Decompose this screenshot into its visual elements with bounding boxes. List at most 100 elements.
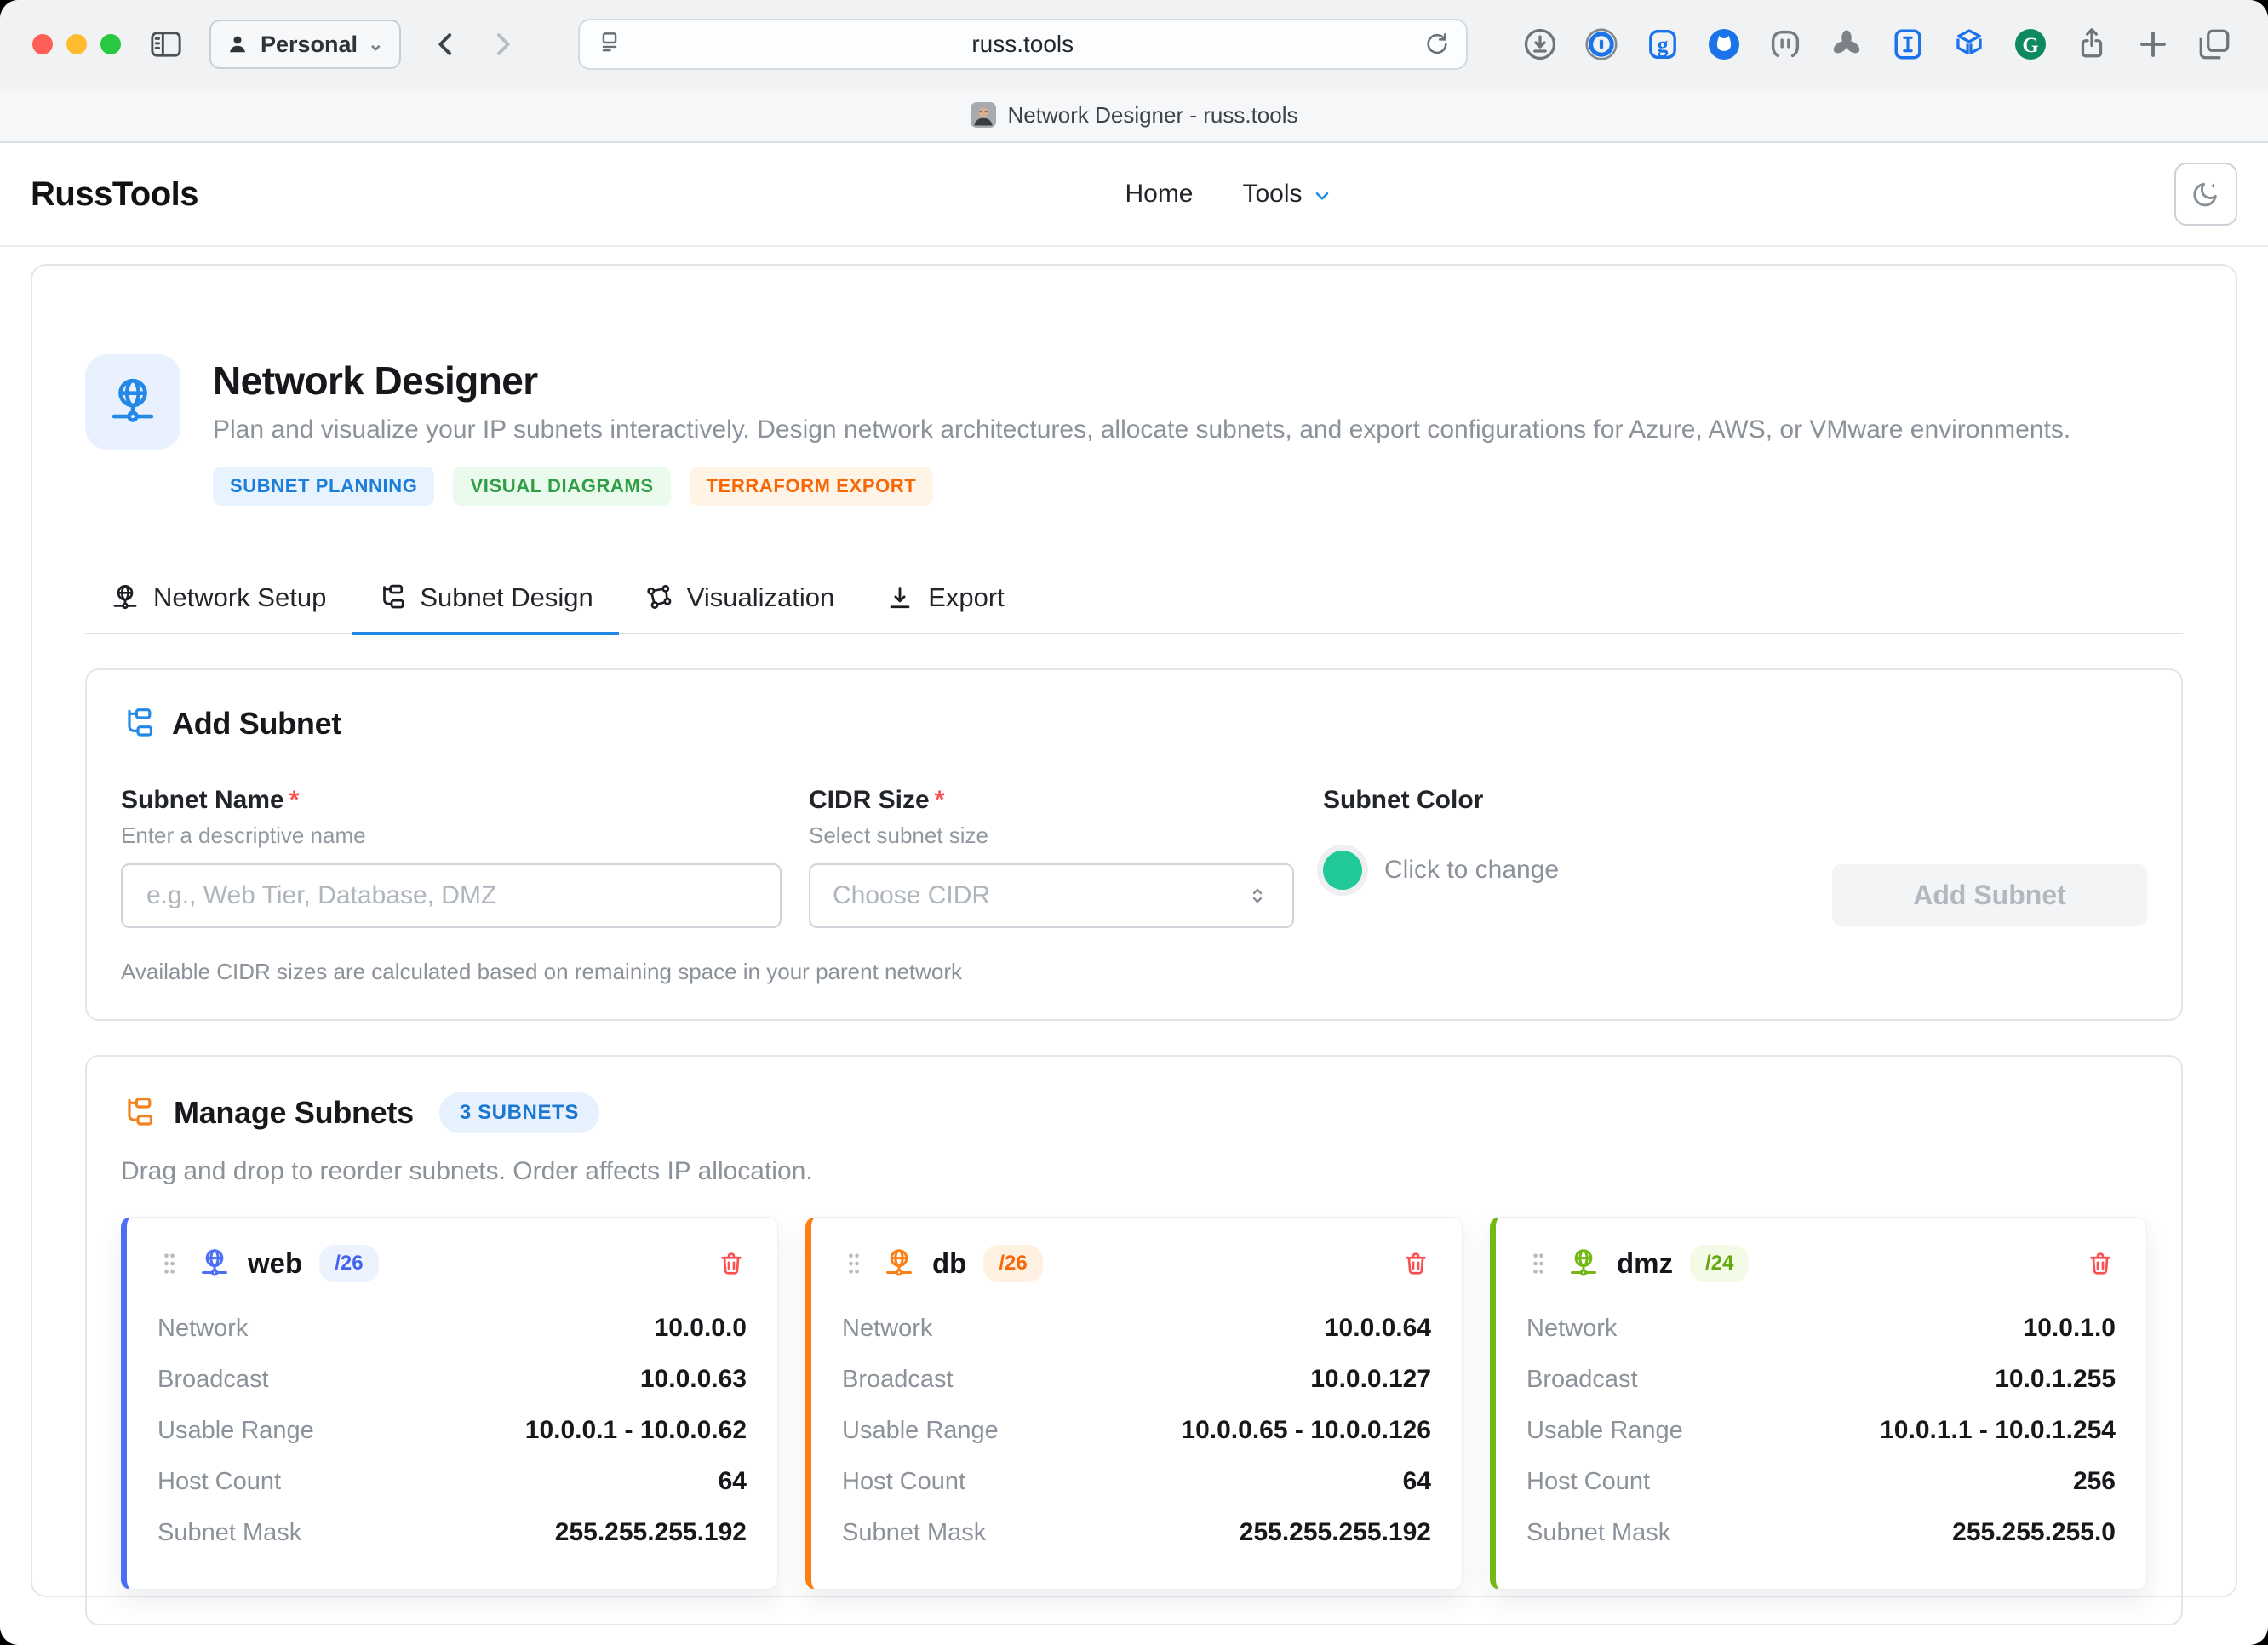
chevron-down-icon: ⌄: [368, 33, 383, 55]
leaf-extension-icon[interactable]: [1825, 23, 1868, 66]
drag-handle-icon[interactable]: [1526, 1248, 1550, 1279]
list-tree-icon: [377, 583, 406, 612]
chevron-down-icon: [1311, 185, 1333, 207]
nav-item-home[interactable]: Home: [1125, 180, 1193, 209]
tab-visualization[interactable]: Visualization: [619, 569, 860, 635]
subnet-name-field-group: Subnet Name* Enter a descriptive name: [121, 786, 782, 928]
reload-icon[interactable]: [1422, 28, 1451, 61]
subnet-detail-rows: Network 10.0.1.0 Broadcast 10.0.1.255 Us…: [1526, 1303, 2116, 1558]
detail-value: 255.255.255.192: [555, 1518, 747, 1547]
history-nav: [425, 23, 524, 66]
subnet-name: dmz: [1617, 1247, 1673, 1280]
detail-value: 10.0.1.0: [2024, 1314, 2116, 1343]
delete-subnet-button[interactable]: [1400, 1248, 1431, 1279]
tab-label: Export: [928, 582, 1005, 613]
new-tab-icon[interactable]: [2132, 23, 2174, 66]
detail-value: 10.0.0.1 - 10.0.0.62: [525, 1416, 747, 1445]
badge-terraform-export: TERRAFORM EXPORT: [690, 467, 934, 506]
detail-value: 256: [2073, 1467, 2116, 1496]
brand-logo[interactable]: RussTools: [31, 175, 198, 214]
detail-value: 255.255.255.192: [1240, 1518, 1431, 1547]
password-manager-extension-icon[interactable]: [1580, 23, 1623, 66]
cidr-size-field-group: CIDR Size* Select subnet size Choose CID…: [809, 786, 1294, 928]
detail-value: 10.0.0.65 - 10.0.0.126: [1181, 1416, 1431, 1445]
subnet-color-label: Subnet Color: [1323, 786, 1559, 815]
forward-button[interactable]: [481, 23, 524, 66]
add-subnet-button[interactable]: Add Subnet: [1832, 864, 2147, 926]
share-icon[interactable]: [2070, 23, 2113, 66]
detail-label: Subnet Mask: [158, 1519, 301, 1547]
tab-network-setup[interactable]: Network Setup: [85, 569, 352, 635]
nav-item-tools-label: Tools: [1243, 180, 1303, 209]
drag-handle-icon[interactable]: [842, 1248, 866, 1279]
downloads-icon[interactable]: [1519, 23, 1561, 66]
subnet-globe-icon: [1567, 1247, 1600, 1280]
detail-label: Usable Range: [1526, 1417, 1683, 1445]
badge-visual-diagrams: VISUAL DIAGRAMS: [453, 467, 670, 506]
close-window-button[interactable]: [32, 34, 53, 54]
browser-window: Personal ⌄ russ.tools: [0, 0, 2268, 1645]
minimize-window-button[interactable]: [66, 34, 87, 54]
graph-nodes-icon: [644, 583, 673, 612]
main-nav: Home Tools: [1125, 180, 1332, 209]
detail-value: 64: [719, 1467, 747, 1496]
mastodon-extension-icon[interactable]: [1764, 23, 1807, 66]
profile-switcher[interactable]: Personal ⌄: [209, 20, 401, 69]
delete-subnet-button[interactable]: [2085, 1248, 2116, 1279]
cube-extension-icon[interactable]: [1948, 23, 1990, 66]
subnet-detail-rows: Network 10.0.0.64 Broadcast 10.0.0.127 U…: [842, 1303, 1431, 1558]
color-swatch[interactable]: [1323, 851, 1362, 890]
subnet-detail-row: Usable Range 10.0.0.1 - 10.0.0.62: [158, 1405, 747, 1456]
subnet-card-header: dmz /24: [1526, 1245, 2116, 1282]
svg-text:g: g: [1658, 32, 1669, 57]
subnet-detail-row: Broadcast 10.0.1.255: [1526, 1354, 2116, 1405]
site-favicon: [971, 102, 996, 128]
manage-subnets-description: Drag and drop to reorder subnets. Order …: [121, 1157, 2147, 1186]
instapaper-extension-icon[interactable]: [1887, 23, 1929, 66]
cidr-size-label: CIDR Size*: [809, 786, 1294, 815]
add-subnet-button-col: Add Subnet: [1832, 786, 2147, 926]
page-content: Network Designer Plan and visualize your…: [0, 247, 2268, 1645]
subnet-detail-rows: Network 10.0.0.0 Broadcast 10.0.0.63 Usa…: [158, 1303, 747, 1558]
subnet-name-input[interactable]: [145, 880, 758, 911]
back-button[interactable]: [425, 23, 467, 66]
subnet-detail-row: Broadcast 10.0.0.63: [158, 1354, 747, 1405]
badge-subnet-planning: SUBNET PLANNING: [213, 467, 434, 506]
manage-subnets-panel: Manage Subnets 3 SUBNETS Drag and drop t…: [85, 1055, 2183, 1625]
delete-subnet-button[interactable]: [716, 1248, 747, 1279]
site-header: RussTools Home Tools: [0, 143, 2268, 247]
hero-text: Network Designer Plan and visualize your…: [213, 354, 2070, 506]
subnet-detail-row: Subnet Mask 255.255.255.192: [842, 1507, 1431, 1558]
tool-container: Network Designer Plan and visualize your…: [31, 264, 2237, 1597]
cidr-select[interactable]: Choose CIDR: [809, 863, 1294, 928]
g-extension-icon[interactable]: g: [1641, 23, 1684, 66]
grammarly-extension-icon[interactable]: G: [2009, 23, 2052, 66]
zoom-window-button[interactable]: [100, 34, 121, 54]
cat-extension-icon[interactable]: [1703, 23, 1745, 66]
subnet-detail-row: Broadcast 10.0.0.127: [842, 1354, 1431, 1405]
active-tab-title[interactable]: Network Designer - russ.tools: [1008, 102, 1298, 129]
required-asterisk: *: [289, 786, 300, 814]
toolbar-right-icons: g: [1519, 23, 2236, 66]
tab-subnet-design[interactable]: Subnet Design: [352, 569, 618, 635]
dark-mode-toggle[interactable]: [2174, 163, 2237, 226]
profile-label: Personal: [261, 32, 358, 58]
address-bar[interactable]: russ.tools: [578, 19, 1469, 70]
reader-view-icon[interactable]: [595, 28, 624, 61]
detail-label: Broadcast: [842, 1366, 954, 1394]
nav-item-tools[interactable]: Tools: [1243, 180, 1333, 209]
add-subnet-form: Subnet Name* Enter a descriptive name CI…: [121, 786, 2147, 928]
detail-label: Network: [158, 1315, 248, 1343]
detail-value: 10.0.1.1 - 10.0.1.254: [1880, 1416, 2116, 1445]
tab-export[interactable]: Export: [860, 569, 1030, 635]
list-tree-icon: [121, 1096, 155, 1130]
subnet-name: web: [248, 1247, 302, 1280]
sidebar-toggle-icon[interactable]: [145, 23, 187, 66]
tab-overview-icon[interactable]: [2193, 23, 2236, 66]
subnet-detail-row: Host Count 256: [1526, 1456, 2116, 1507]
network-globe-icon: [85, 354, 180, 450]
subnet-name-description: Enter a descriptive name: [121, 822, 782, 849]
detail-value: 10.0.0.64: [1325, 1314, 1431, 1343]
subnet-detail-row: Network 10.0.0.64: [842, 1303, 1431, 1354]
drag-handle-icon[interactable]: [158, 1248, 181, 1279]
